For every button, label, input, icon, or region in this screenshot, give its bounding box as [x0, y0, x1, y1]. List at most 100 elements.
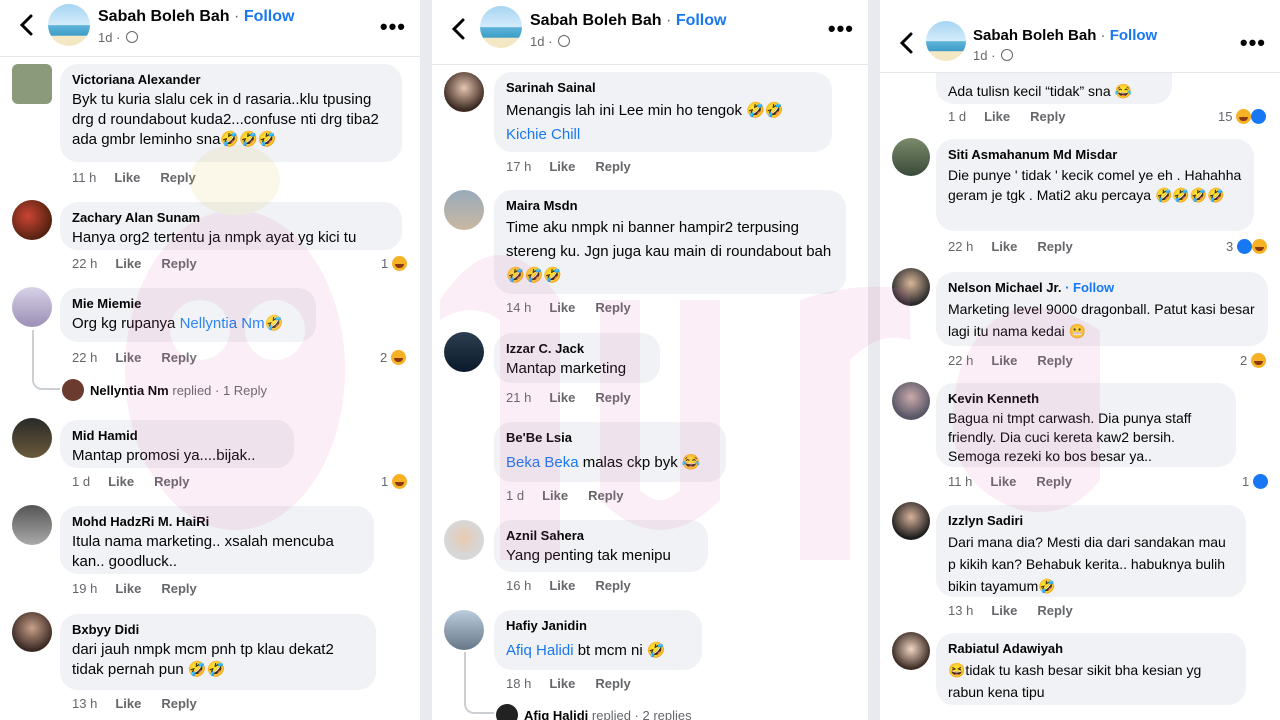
- avatar[interactable]: [892, 382, 930, 420]
- like-button[interactable]: Like: [549, 300, 575, 315]
- avatar[interactable]: [12, 612, 52, 652]
- reply-button[interactable]: Reply: [1037, 353, 1072, 368]
- reaction-count[interactable]: 15: [1218, 109, 1267, 124]
- reply-button[interactable]: Reply: [1037, 603, 1072, 618]
- comment-author[interactable]: Hafiy Janidin: [506, 617, 690, 635]
- like-button[interactable]: Like: [991, 603, 1017, 618]
- reply-button[interactable]: Reply: [160, 170, 195, 185]
- like-button[interactable]: Like: [991, 239, 1017, 254]
- thread-line: [32, 330, 60, 390]
- reaction-count[interactable]: 2: [1240, 353, 1266, 368]
- avatar[interactable]: [444, 190, 484, 230]
- back-arrow-icon[interactable]: [450, 18, 470, 40]
- like-button[interactable]: Like: [115, 256, 141, 271]
- like-button[interactable]: Like: [990, 474, 1016, 489]
- reaction-count[interactable]: 1: [381, 474, 407, 489]
- avatar[interactable]: [892, 138, 930, 176]
- comment-author[interactable]: Mohd HadzRi M. HaiRi: [72, 513, 362, 531]
- comment-author[interactable]: Izzar C. Jack: [506, 340, 648, 358]
- reply-button[interactable]: Reply: [1030, 109, 1065, 124]
- avatar[interactable]: [892, 268, 930, 306]
- reply-button[interactable]: Reply: [1036, 474, 1071, 489]
- page-name[interactable]: Sabah Boleh Bah: [98, 8, 230, 25]
- comment-actions: 1 d Like Reply: [72, 474, 190, 489]
- like-button[interactable]: Like: [549, 676, 575, 691]
- back-arrow-icon[interactable]: [18, 14, 38, 36]
- reply-button[interactable]: Reply: [161, 256, 196, 271]
- avatar[interactable]: [444, 610, 484, 650]
- like-button[interactable]: Like: [549, 159, 575, 174]
- reaction-count[interactable]: 1: [1242, 474, 1268, 489]
- comment-author[interactable]: Zachary Alan Sunam: [72, 209, 390, 227]
- like-button[interactable]: Like: [115, 581, 141, 596]
- comment-author[interactable]: Izzlyn Sadiri: [948, 512, 1234, 530]
- comment-author[interactable]: Kevin Kenneth: [948, 390, 1224, 408]
- avatar[interactable]: [12, 287, 52, 327]
- page-avatar[interactable]: [48, 4, 90, 46]
- reply-button[interactable]: Reply: [595, 578, 630, 593]
- like-button[interactable]: Like: [115, 696, 141, 711]
- reply-button[interactable]: Reply: [154, 474, 189, 489]
- page-avatar[interactable]: [480, 6, 522, 48]
- avatar[interactable]: [444, 332, 484, 372]
- like-button[interactable]: Like: [984, 109, 1010, 124]
- follow-button[interactable]: Follow: [1110, 27, 1158, 44]
- more-options-icon[interactable]: •••: [380, 14, 406, 40]
- like-button[interactable]: Like: [991, 353, 1017, 368]
- follow-button[interactable]: · Follow: [1065, 280, 1114, 295]
- like-button[interactable]: Like: [549, 390, 575, 405]
- comment-author[interactable]: Aznil Sahera: [506, 527, 696, 545]
- comment-author[interactable]: Bxbyy Didi: [72, 621, 364, 639]
- avatar[interactable]: [12, 64, 52, 104]
- page-name[interactable]: Sabah Boleh Bah: [530, 12, 662, 29]
- comment-author[interactable]: Sarinah Sainal: [506, 79, 820, 97]
- reply-button[interactable]: Reply: [161, 581, 196, 596]
- reaction-count[interactable]: 2: [380, 350, 406, 365]
- replies-link[interactable]: Nellyntia Nm replied · 1 Reply: [62, 379, 267, 401]
- reply-button[interactable]: Reply: [1037, 239, 1072, 254]
- avatar[interactable]: [444, 520, 484, 560]
- avatar[interactable]: [892, 502, 930, 540]
- avatar[interactable]: [892, 632, 930, 670]
- avatar[interactable]: [12, 505, 52, 545]
- reply-button[interactable]: Reply: [161, 696, 196, 711]
- comment-author[interactable]: Mid Hamid: [72, 427, 282, 445]
- avatar[interactable]: [12, 200, 52, 240]
- comment-bubble: Izzlyn Sadiri Dari mana dia? Mesti dia d…: [936, 505, 1246, 597]
- more-options-icon[interactable]: •••: [1240, 30, 1266, 56]
- comment-author[interactable]: Mie Miemie: [72, 295, 304, 313]
- page-avatar[interactable]: [926, 21, 966, 61]
- like-button[interactable]: Like: [542, 488, 568, 503]
- back-arrow-icon[interactable]: [898, 32, 918, 54]
- comment-author[interactable]: Victoriana Alexander: [72, 71, 390, 89]
- avatar[interactable]: [12, 418, 52, 458]
- like-button[interactable]: Like: [549, 578, 575, 593]
- more-options-icon[interactable]: •••: [828, 16, 854, 42]
- reply-button[interactable]: Reply: [595, 676, 630, 691]
- replies-link[interactable]: Afiq Halidi replied · 2 replies: [496, 704, 692, 720]
- reply-avatar: [496, 704, 518, 720]
- like-button[interactable]: Like: [115, 350, 141, 365]
- reply-button[interactable]: Reply: [595, 159, 630, 174]
- comment-text: Yang penting tak menipu: [506, 547, 671, 564]
- avatar[interactable]: [444, 72, 484, 112]
- reply-button[interactable]: Reply: [161, 350, 196, 365]
- reaction-count[interactable]: 1: [381, 256, 407, 271]
- mention-link[interactable]: Beka Beka: [506, 454, 579, 471]
- comment-author[interactable]: Rabiatul Adawiyah: [948, 640, 1234, 658]
- mention-link[interactable]: Afiq Halidi: [506, 642, 574, 659]
- follow-button[interactable]: Follow: [676, 12, 727, 29]
- reply-button[interactable]: Reply: [595, 300, 630, 315]
- follow-button[interactable]: Follow: [244, 8, 295, 25]
- like-button[interactable]: Like: [114, 170, 140, 185]
- comment-author[interactable]: Be'Be Lsia: [506, 429, 714, 447]
- mention-link[interactable]: Kichie Chill: [506, 125, 820, 145]
- reaction-count[interactable]: 3: [1226, 239, 1267, 254]
- comment-author[interactable]: Siti Asmahanum Md Misdar: [948, 146, 1242, 164]
- mention-link[interactable]: Nellyntia Nm: [180, 315, 265, 332]
- comment-author[interactable]: Maira Msdn: [506, 197, 834, 215]
- like-button[interactable]: Like: [108, 474, 134, 489]
- page-name[interactable]: Sabah Boleh Bah: [973, 27, 1096, 44]
- reply-button[interactable]: Reply: [595, 390, 630, 405]
- reply-button[interactable]: Reply: [588, 488, 623, 503]
